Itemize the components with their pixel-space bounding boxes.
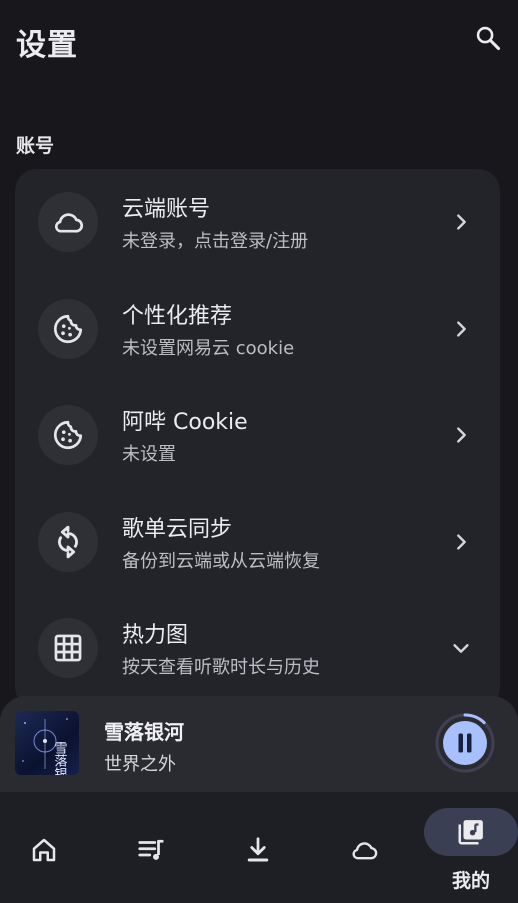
setting-item-subtitle: 未设置 (122, 444, 176, 465)
setting-item-subtitle: 未设置网易云 cookie (122, 338, 295, 359)
nav-item-playlist[interactable] (99, 792, 203, 903)
setting-item-title: 歌单云同步 (122, 517, 233, 542)
setting-item-personalized-recommend[interactable]: 个性化推荐 未设置网易云 cookie (15, 276, 500, 382)
search-button[interactable] (472, 22, 504, 54)
album-art: 雪落银河 (15, 711, 79, 775)
sync-icon (38, 512, 98, 572)
chevron-right-icon (446, 314, 476, 344)
setting-item-subtitle: 备份到云端或从云端恢复 (122, 551, 320, 572)
setting-item-playlist-sync[interactable]: 歌单云同步 备份到云端或从云端恢复 (15, 489, 500, 595)
cloud-icon (38, 192, 98, 252)
song-artist: 世界之外 (104, 754, 176, 775)
setting-item-heatmap[interactable]: 热力图 按天查看听歌时长与历史 (15, 595, 500, 701)
setting-item-bilibili-cookie[interactable]: 阿哔 Cookie 未设置 (15, 382, 500, 488)
setting-item-title: 热力图 (122, 623, 189, 648)
nav-item-label: 我的 (451, 870, 490, 892)
account-settings-card: 云端账号 未登录，点击登录/注册 个性化推荐 未设置网易云 cookie 阿哔 … (15, 169, 500, 709)
cookie-icon (38, 299, 98, 359)
song-title: 雪落银河 (104, 720, 184, 744)
setting-item-cloud-account[interactable]: 云端账号 未登录，点击登录/注册 (15, 169, 500, 275)
play-pause-button[interactable] (434, 712, 496, 774)
search-icon (476, 26, 501, 51)
mini-player[interactable]: 雪落银河 雪落银河 世界之外 (0, 696, 518, 792)
chevron-right-icon (446, 207, 476, 237)
grid-icon (38, 618, 98, 678)
nav-item-cloud[interactable] (312, 792, 416, 903)
nav-item-home[interactable] (0, 792, 96, 903)
playlist-icon (135, 835, 167, 865)
nav-item-mine[interactable]: 我的 (416, 792, 518, 903)
setting-item-subtitle: 按天查看听歌时长与历史 (122, 657, 320, 678)
bottom-navigation: 我的 (0, 792, 518, 903)
page-title: 设置 (16, 28, 78, 63)
account-section-title: 账号 (16, 135, 55, 157)
app-header: 设置 (0, 0, 518, 80)
chevron-right-icon (446, 527, 476, 557)
cloud-icon (345, 835, 383, 865)
download-icon (243, 835, 273, 865)
setting-item-subtitle: 未登录，点击登录/注册 (122, 231, 309, 252)
setting-item-title: 云端账号 (122, 197, 211, 222)
music-library-icon (456, 817, 486, 847)
setting-item-title: 阿哔 Cookie (122, 410, 248, 435)
home-icon (29, 835, 59, 865)
chevron-down-icon (446, 633, 476, 663)
cookie-icon (38, 405, 98, 465)
nav-item-download[interactable] (206, 792, 310, 903)
setting-item-title: 个性化推荐 (122, 304, 233, 329)
chevron-right-icon (446, 420, 476, 450)
album-art-text: 雪落银河 (52, 741, 68, 775)
